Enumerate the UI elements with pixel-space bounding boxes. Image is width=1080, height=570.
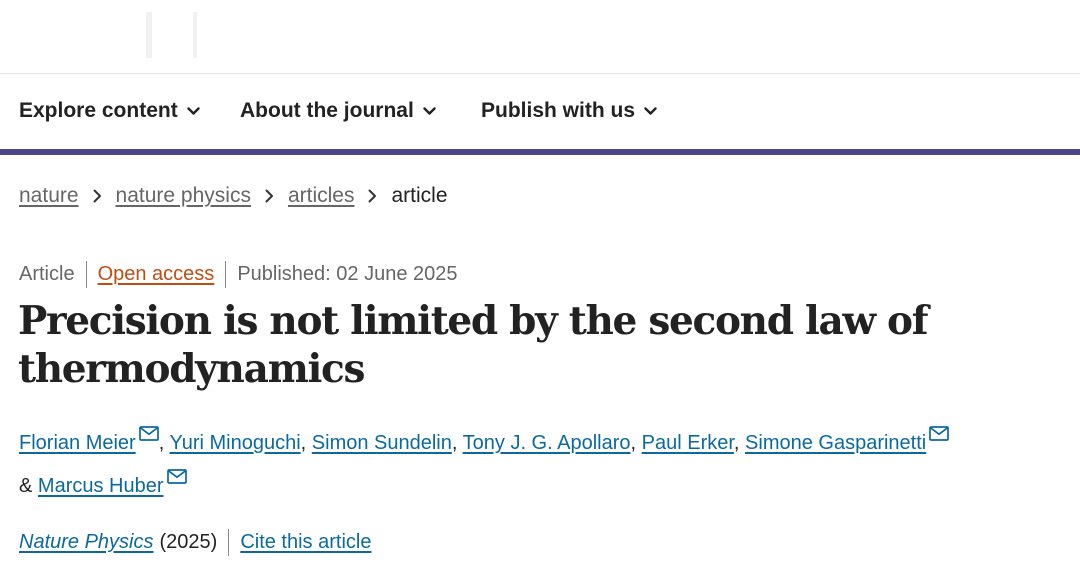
author-link[interactable]: Marcus Huber (38, 475, 164, 497)
article-title: Precision is not limited by the second l… (18, 298, 929, 392)
author-link[interactable]: Tony J. G. Apollaro (463, 432, 631, 454)
meta-divider (228, 529, 230, 556)
journal-link[interactable]: Nature Physics (19, 531, 154, 554)
meta-divider (225, 261, 227, 288)
chevron-right-icon (368, 189, 377, 203)
author-separator: , (733, 432, 740, 454)
logo-fragment (193, 12, 197, 58)
email-icon[interactable] (166, 469, 187, 484)
nav-explore-content[interactable]: Explore content (19, 99, 200, 123)
publication-year: (2025) (159, 531, 218, 553)
chevron-right-icon (93, 189, 102, 203)
nav-about-the-journal[interactable]: About the journal (240, 99, 436, 123)
author-conjunction: & (19, 475, 33, 497)
author-link[interactable]: Simone Gasparinetti (745, 432, 926, 454)
author-link[interactable]: Florian Meier (19, 432, 136, 454)
breadcrumb: nature nature physics articles article (19, 184, 448, 208)
site-header (0, 0, 1080, 74)
meta-divider (85, 261, 87, 288)
email-icon[interactable] (929, 426, 950, 441)
nav-item-label: Explore content (19, 99, 178, 122)
breadcrumb-link-nature-physics[interactable]: nature physics (116, 184, 251, 208)
breadcrumb-current: article (391, 184, 448, 207)
open-access-link[interactable]: Open access (98, 263, 215, 286)
author-link[interactable]: Yuri Minoguchi (169, 432, 300, 454)
citation-row: Nature Physics (2025) Cite this article (19, 529, 371, 556)
logo-fragment (146, 12, 152, 58)
published-date: Published: 02 June 2025 (237, 263, 458, 285)
nav-publish-with-us[interactable]: Publish with us (481, 99, 657, 123)
nav-item-label: Publish with us (481, 99, 636, 122)
breadcrumb-link-nature[interactable]: nature (19, 184, 79, 208)
article-type: Article (19, 263, 75, 285)
nav-item-label: About the journal (240, 99, 414, 122)
author-separator: , (300, 432, 307, 454)
author-separator: , (451, 432, 458, 454)
author-link[interactable]: Simon Sundelin (312, 432, 452, 454)
article-meta: Article Open access Published: 02 June 2… (19, 261, 458, 288)
chevron-right-icon (265, 189, 274, 203)
chevron-down-icon (423, 106, 436, 115)
author-list: Florian Meier, Yuri Minoguchi, Simon Sun… (19, 422, 1059, 508)
author-separator: , (630, 432, 637, 454)
email-icon[interactable] (138, 426, 159, 441)
breadcrumb-link-articles[interactable]: articles (288, 184, 355, 208)
author-separator: , (158, 432, 165, 454)
main-navigation: Explore content About the journal Publis… (0, 74, 1080, 155)
chevron-down-icon (187, 106, 200, 115)
chevron-down-icon (644, 106, 657, 115)
cite-this-article-link[interactable]: Cite this article (240, 531, 371, 554)
author-link[interactable]: Paul Erker (642, 432, 734, 454)
